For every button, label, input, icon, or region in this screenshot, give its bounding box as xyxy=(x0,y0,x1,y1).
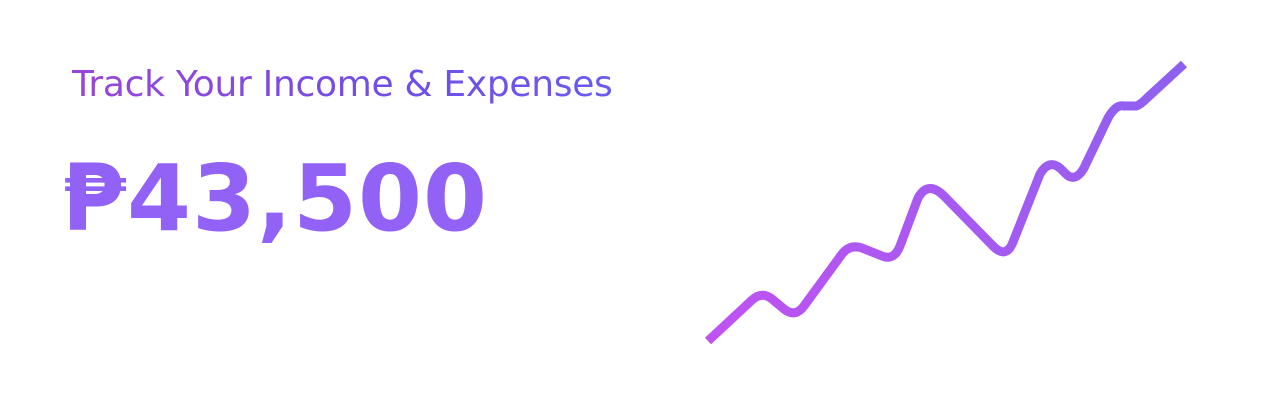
trend-line-icon xyxy=(704,60,1188,345)
hero-banner: Track Your Income & Expenses ₱43,500 xyxy=(0,0,1286,418)
trend-line-path xyxy=(704,60,1188,345)
